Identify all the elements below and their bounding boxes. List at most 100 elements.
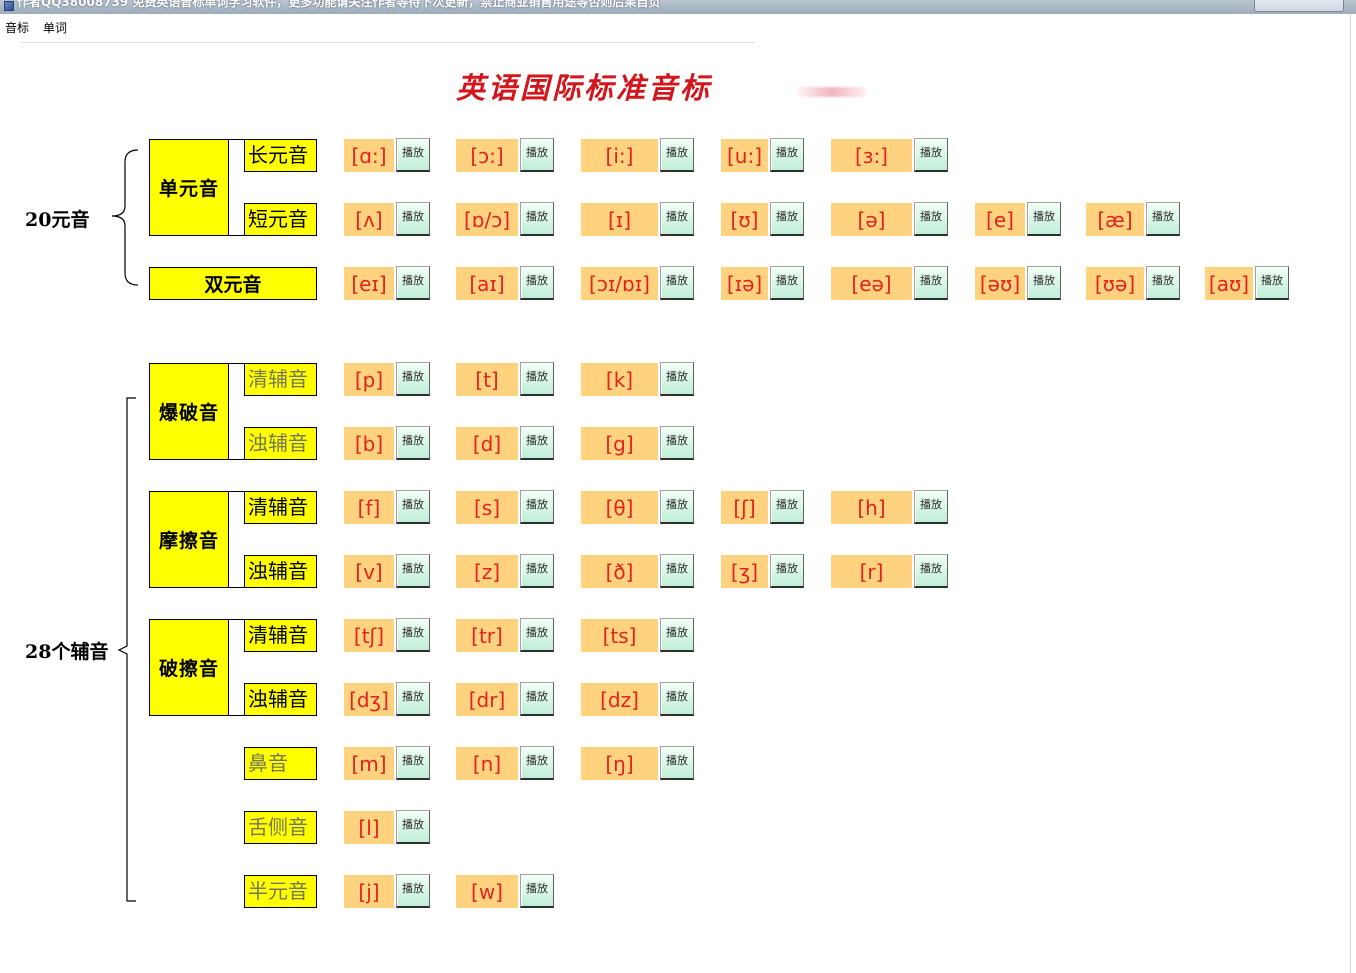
phoneme-cell: [eɪ] 播放 [344,266,430,300]
vowels-brace [111,149,139,286]
phoneme-label: [ʊ] [721,203,768,236]
play-button[interactable]: 播放 [520,362,554,396]
phoneme-label: [ʒ] [721,555,768,588]
play-button[interactable]: 播放 [660,682,694,716]
phoneme-cell: [z] 播放 [456,554,554,588]
phoneme-label: [eə] [831,267,912,300]
play-button[interactable]: 播放 [770,202,804,236]
play-button[interactable]: 播放 [770,138,804,172]
phoneme-label: [r] [831,555,912,588]
phoneme-label: [ə] [831,203,912,236]
play-button[interactable]: 播放 [520,746,554,780]
play-button[interactable]: 播放 [520,138,554,172]
phoneme-cell: [i:] 播放 [581,138,694,172]
play-button[interactable]: 播放 [660,554,694,588]
phoneme-label: [æ] [1086,203,1144,236]
phoneme-cell: [w] 播放 [456,874,554,908]
sublabel-long-vowels: 长元音 [244,139,317,172]
play-button[interactable]: 播放 [396,426,430,460]
play-button[interactable]: 播放 [520,426,554,460]
phoneme-cell: [dr] 播放 [456,682,554,716]
play-button[interactable]: 播放 [1146,266,1180,300]
play-button[interactable]: 播放 [396,138,430,172]
play-button[interactable]: 播放 [396,746,430,780]
play-button[interactable]: 播放 [396,490,430,524]
play-button[interactable]: 播放 [660,138,694,172]
sublabel-plosives-voiceless: 清辅音 [244,363,317,396]
play-button[interactable]: 播放 [396,618,430,652]
play-button[interactable]: 播放 [660,618,694,652]
bracket-lines [111,149,139,902]
play-button[interactable]: 播放 [660,202,694,236]
play-button[interactable]: 播放 [396,874,430,908]
play-button[interactable]: 播放 [396,266,430,300]
play-button[interactable]: 播放 [660,746,694,780]
phoneme-cell: [v] 播放 [344,554,430,588]
phoneme-cell: [eə] 播放 [831,266,948,300]
phoneme-label: [i:] [581,139,658,172]
group-label-monophthongs: 单元音 [150,140,229,235]
play-button[interactable]: 播放 [660,362,694,396]
phoneme-label: [w] [456,875,518,908]
phoneme-label: [ʌ] [344,203,394,236]
window-controls[interactable] [1254,0,1344,12]
play-button[interactable]: 播放 [914,266,948,300]
play-button[interactable]: 播放 [660,266,694,300]
play-button[interactable]: 播放 [660,490,694,524]
phoneme-cell: [dʒ] 播放 [344,682,430,716]
play-button[interactable]: 播放 [396,682,430,716]
phoneme-label: [ɑ:] [344,139,394,172]
play-button[interactable]: 播放 [1027,266,1061,300]
phoneme-label: [t] [456,363,518,396]
play-button[interactable]: 播放 [520,618,554,652]
phoneme-label: [tr] [456,619,518,652]
sublabel-plosives-voiced: 浊辅音 [244,427,317,460]
phoneme-cell: [aʊ] 播放 [1205,266,1289,300]
play-button[interactable]: 播放 [396,362,430,396]
play-button[interactable]: 播放 [770,266,804,300]
phoneme-label: [s] [456,491,518,524]
play-button[interactable]: 播放 [520,202,554,236]
phoneme-cell: [f] 播放 [344,490,430,524]
sublabel-fricatives-voiceless: 清辅音 [244,491,317,524]
phoneme-cell: [ɔ:] 播放 [456,138,554,172]
phoneme-cell: [ɒ/ɔ] 播放 [456,202,554,236]
play-button[interactable]: 播放 [520,554,554,588]
group-monophthongs: 单元音 [149,139,244,236]
phoneme-label: [ʃ] [721,491,768,524]
phoneme-cell: [b] 播放 [344,426,430,460]
phoneme-label: [dz] [581,683,658,716]
phoneme-cell: [h] 播放 [831,490,948,524]
group-fricatives: 摩擦音 [149,491,244,588]
play-button[interactable]: 播放 [396,202,430,236]
play-button[interactable]: 播放 [1146,202,1180,236]
play-button[interactable]: 播放 [770,490,804,524]
phoneme-cell: [ʌ] 播放 [344,202,430,236]
phoneme-label: [ɔ:] [456,139,518,172]
phoneme-cell: [ð] 播放 [581,554,694,588]
play-button[interactable]: 播放 [914,138,948,172]
phoneme-cell: [ŋ] 播放 [581,746,694,780]
play-button[interactable]: 播放 [660,426,694,460]
phoneme-label: [n] [456,747,518,780]
play-button[interactable]: 播放 [520,874,554,908]
play-button[interactable]: 播放 [520,682,554,716]
play-button[interactable]: 播放 [914,202,948,236]
play-button[interactable]: 播放 [914,554,948,588]
window-title-bar[interactable]: 作者QQ38008739 免费英语音标单词学习软件，更多功能请关注作者等待下次更… [0,0,1356,14]
play-button[interactable]: 播放 [396,554,430,588]
phoneme-cell: [e] 播放 [975,202,1061,236]
consonants-brace [117,397,136,902]
play-button[interactable]: 播放 [1255,266,1289,300]
play-button[interactable]: 播放 [1027,202,1061,236]
phoneme-cell: [ʒ] 播放 [721,554,804,588]
phoneme-label: [f] [344,491,394,524]
phoneme-cell: [θ] 播放 [581,490,694,524]
play-button[interactable]: 播放 [396,810,430,844]
phoneme-label: [l] [344,811,394,844]
play-button[interactable]: 播放 [520,266,554,300]
play-button[interactable]: 播放 [914,490,948,524]
play-button[interactable]: 播放 [770,554,804,588]
phoneme-label: [ɪ] [581,203,658,236]
play-button[interactable]: 播放 [520,490,554,524]
